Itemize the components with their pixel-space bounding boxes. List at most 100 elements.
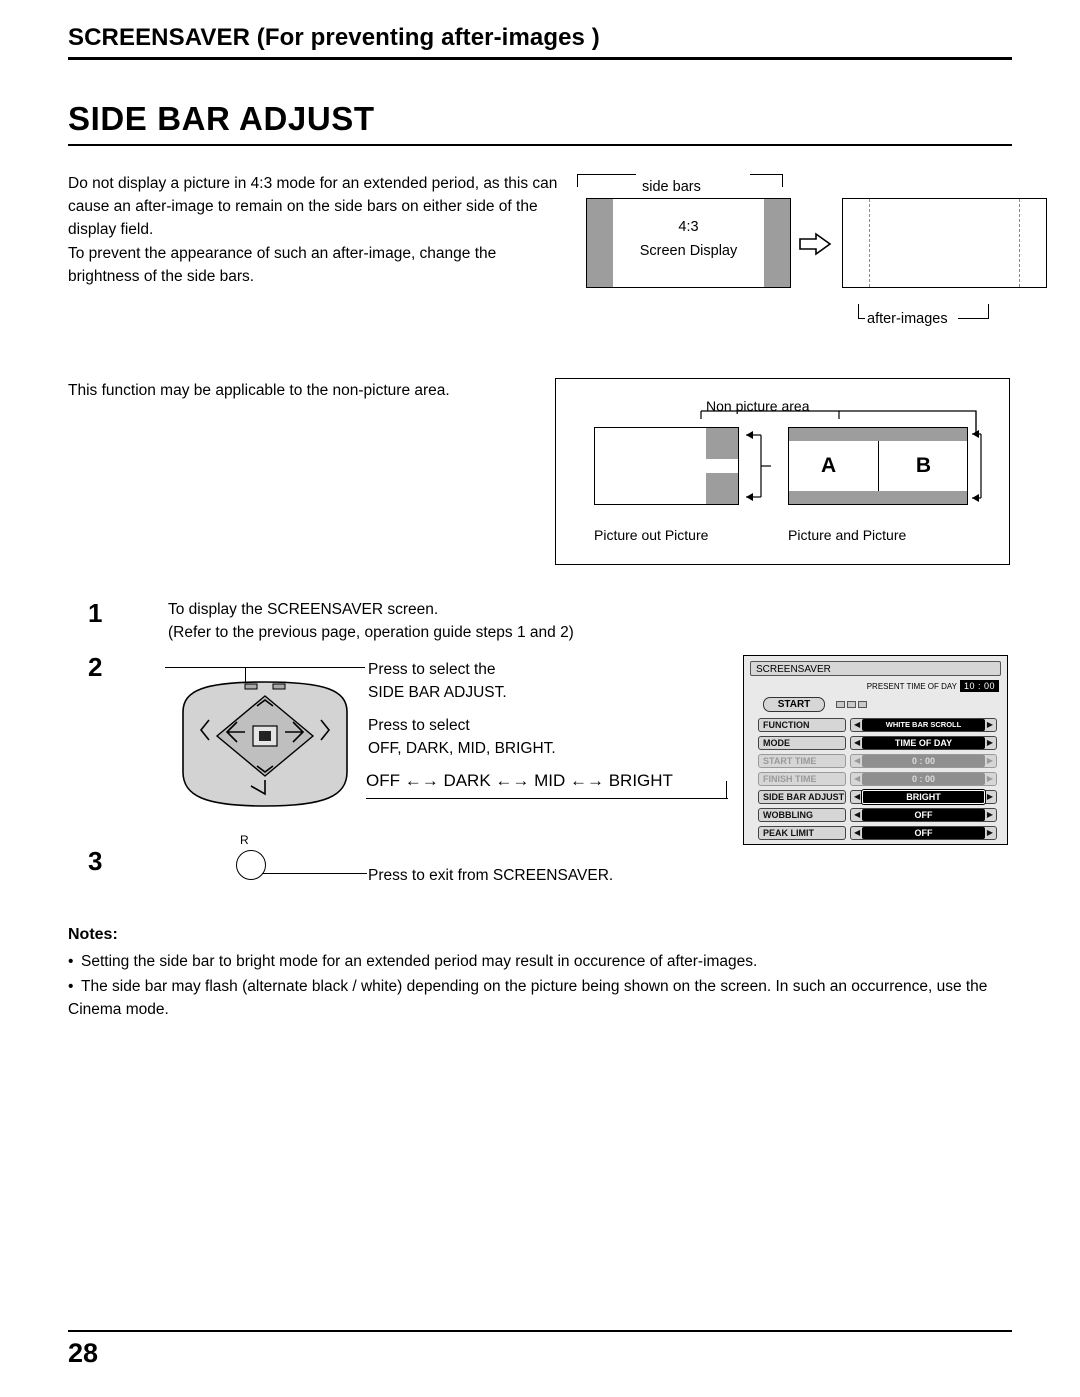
step-2-line-4: OFF, DARK, MID, BRIGHT. — [368, 740, 556, 757]
osd-present-time-value: 10 : 00 — [959, 680, 999, 692]
section-title-rule — [68, 144, 1012, 146]
left-arrow-icon[interactable]: ◀ — [854, 739, 860, 747]
side-bar-right — [764, 199, 790, 287]
step-1-line-1: To display the SCREENSAVER screen. — [168, 601, 439, 618]
osd-row-value-box[interactable]: ◀ 0 : 00 ▶ — [850, 772, 997, 786]
bracket-bottom-right — [958, 304, 989, 319]
osd-row-label: FUNCTION — [758, 718, 846, 732]
left-arrow-icon[interactable]: ◀ — [854, 721, 860, 729]
step-2-number: 2 — [88, 652, 103, 682]
osd-start-button[interactable]: START — [763, 697, 825, 712]
osd-row-value-box[interactable]: ◀ BRIGHT ▶ — [850, 790, 997, 804]
step-1-text: To display the SCREENSAVER screen. (Refe… — [168, 598, 708, 644]
left-arrow-icon[interactable]: ◀ — [854, 811, 860, 819]
step-3-number: 3 — [88, 846, 103, 876]
right-arrow-icon[interactable]: ▶ — [987, 811, 993, 819]
osd-row-value-box[interactable]: ◀ OFF ▶ — [850, 826, 997, 840]
right-arrow-icon — [799, 232, 832, 256]
page-header: SCREENSAVER (For preventing after-images… — [68, 24, 1012, 60]
osd-row-label: PEAK LIMIT — [758, 826, 846, 840]
right-arrow-icon[interactable]: ▶ — [987, 721, 993, 729]
osd-row[interactable]: START TIME ◀ 0 : 00 ▶ — [758, 753, 997, 769]
step-2-line-3: Press to select — [368, 717, 470, 734]
osd-row-value: 0 : 00 — [862, 773, 985, 785]
side-bar-left — [587, 199, 613, 287]
paragraph-3: This function may be applicable to the n… — [68, 382, 450, 399]
screen-caption: 4:3 Screen Display — [617, 215, 760, 263]
right-arrow-icon[interactable]: ▶ — [987, 829, 993, 837]
right-arrow-icon[interactable]: ▶ — [987, 775, 993, 783]
picture-and-picture-illustration: A B — [788, 427, 968, 505]
osd-row-value-box[interactable]: ◀ WHITE BAR SCROLL ▶ — [850, 718, 997, 732]
osd-level-bars-icon — [836, 701, 867, 708]
section-title: SIDE BAR ADJUST — [68, 100, 1012, 146]
header-rule — [68, 57, 1012, 60]
option-cycle-right-tick — [726, 781, 727, 799]
osd-row-value-box[interactable]: ◀ OFF ▶ — [850, 808, 997, 822]
osd-row-label: WOBBLING — [758, 808, 846, 822]
osd-row-value: BRIGHT — [862, 790, 985, 804]
letter-b: B — [915, 454, 931, 477]
step-3-text: Press to exit from SCREENSAVER. — [368, 867, 614, 884]
osd-row-label: MODE — [758, 736, 846, 750]
right-arrow-icon[interactable]: ▶ — [987, 739, 993, 747]
remote-cursor-pad-illustration — [182, 681, 348, 807]
note-bullet-2: • — [68, 978, 74, 995]
bracket-bottom-left — [858, 304, 865, 319]
bracket-right — [750, 174, 783, 187]
non-picture-block-top — [706, 428, 738, 459]
non-picture-strip-top — [789, 428, 967, 441]
osd-row[interactable]: FINISH TIME ◀ 0 : 00 ▶ — [758, 771, 997, 787]
step-1-number: 1 — [88, 598, 103, 628]
note-1-text: Setting the side bar to bright mode for … — [81, 953, 758, 970]
picture-and-picture-label: Picture and Picture — [788, 527, 907, 543]
picture-out-picture-label: Picture out Picture — [594, 527, 709, 543]
non-picture-block-bottom — [706, 473, 738, 504]
osd-row[interactable]: SIDE BAR ADJUST ◀ BRIGHT ▶ — [758, 789, 997, 805]
step-2-instruction-1: Press to select the SIDE BAR ADJUST. — [368, 658, 668, 704]
step-2-instruction-2: Press to select OFF, DARK, MID, BRIGHT. — [368, 714, 668, 760]
left-arrow-icon[interactable]: ◀ — [854, 757, 860, 765]
osd-row-value-box[interactable]: ◀ 0 : 00 ▶ — [850, 754, 997, 768]
figure-side-bars: side bars 4:3 Screen Display after-image… — [570, 170, 1047, 340]
option-cycle-underline — [366, 798, 728, 799]
osd-screensaver-menu: SCREENSAVER PRESENT TIME OF DAY 10 : 00 … — [743, 655, 1008, 845]
osd-row-value: 0 : 00 — [862, 755, 985, 767]
ghost-bar-left — [869, 199, 870, 287]
osd-row-value-box[interactable]: ◀ TIME OF DAY ▶ — [850, 736, 997, 750]
footer-rule — [68, 1330, 1012, 1332]
paragraph-1: Do not display a picture in 4:3 mode for… — [68, 175, 558, 238]
right-arrow-icon[interactable]: ▶ — [987, 793, 993, 801]
osd-row-value: OFF — [862, 809, 985, 821]
note-2-text: The side bar may flash (alternate black … — [68, 978, 988, 1018]
osd-row-label: START TIME — [758, 754, 846, 768]
left-arrow-icon[interactable]: ◀ — [854, 775, 860, 783]
osd-row[interactable]: MODE ◀ TIME OF DAY ▶ — [758, 735, 997, 751]
osd-row[interactable]: PEAK LIMIT ◀ OFF ▶ — [758, 825, 997, 841]
left-arrow-icon[interactable]: ◀ — [854, 829, 860, 837]
note-2: • The side bar may flash (alternate black… — [68, 975, 1013, 1021]
osd-row[interactable]: FUNCTION ◀ WHITE BAR SCROLL ▶ — [758, 717, 997, 733]
osd-row-list: FUNCTION ◀ WHITE BAR SCROLL ▶ MODE ◀ TIME OF D… — [758, 717, 997, 843]
left-arrow-icon[interactable]: ◀ — [854, 793, 860, 801]
after-images-label: after-images — [867, 311, 948, 327]
vertical-divider — [878, 441, 879, 491]
remote-button-letter: R — [240, 833, 249, 847]
screen-caption-line2: Screen Display — [639, 243, 738, 259]
right-arrow-icon[interactable]: ▶ — [987, 757, 993, 765]
picture-out-picture-illustration — [594, 427, 739, 505]
section-title-text: SIDE BAR ADJUST — [68, 100, 375, 137]
ghost-bar-right — [1019, 199, 1020, 287]
osd-row-value: TIME OF DAY — [862, 737, 985, 749]
bracket-left — [577, 174, 636, 187]
option-cycle-text: OFF ←→ DARK ←→ MID ←→ BRIGHT — [366, 771, 673, 790]
osd-row[interactable]: WOBBLING ◀ OFF ▶ — [758, 807, 997, 823]
osd-present-time: PRESENT TIME OF DAY 10 : 00 — [867, 680, 999, 692]
osd-title: SCREENSAVER — [756, 664, 831, 675]
non-picture-strip-bottom — [789, 491, 967, 504]
screen-after-image-illustration — [842, 198, 1047, 288]
letter-a: A — [821, 454, 837, 477]
page-number: 28 — [68, 1338, 99, 1368]
step-2-line-1: Press to select the — [368, 661, 496, 678]
osd-row-label: FINISH TIME — [758, 772, 846, 786]
